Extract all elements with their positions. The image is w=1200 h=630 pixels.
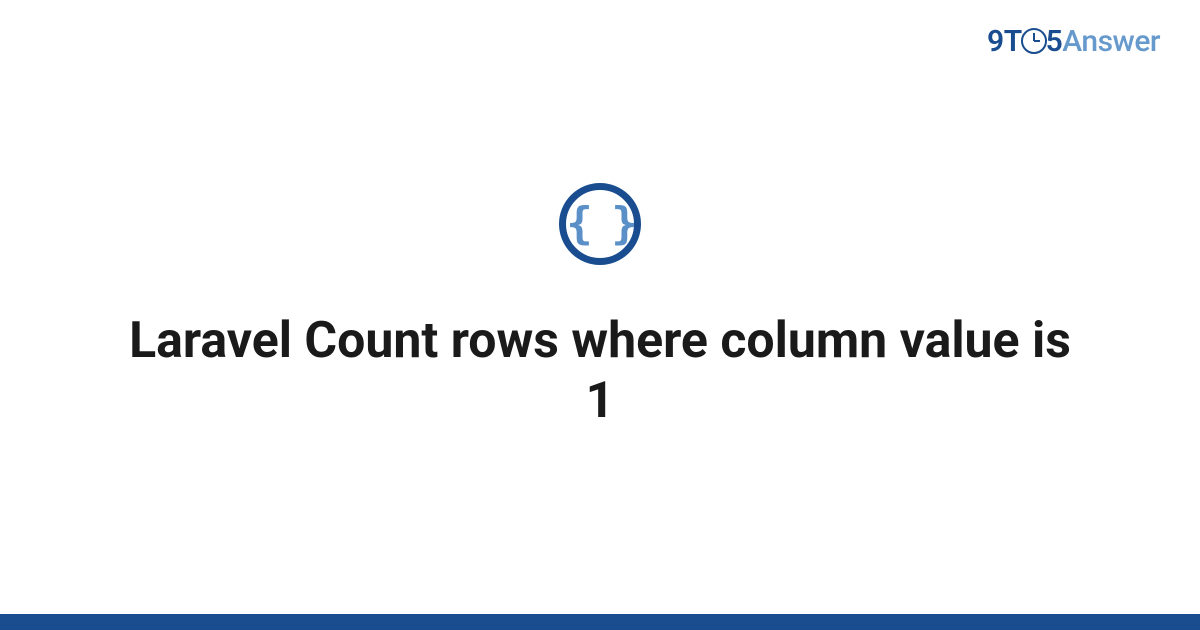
code-braces-icon: { }	[566, 202, 633, 246]
page-title: Laravel Count rows where column value is…	[120, 311, 1080, 431]
footer-accent-bar	[0, 614, 1200, 630]
main-content: { } Laravel Count rows where column valu…	[0, 0, 1200, 614]
category-icon-circle: { }	[559, 183, 641, 265]
